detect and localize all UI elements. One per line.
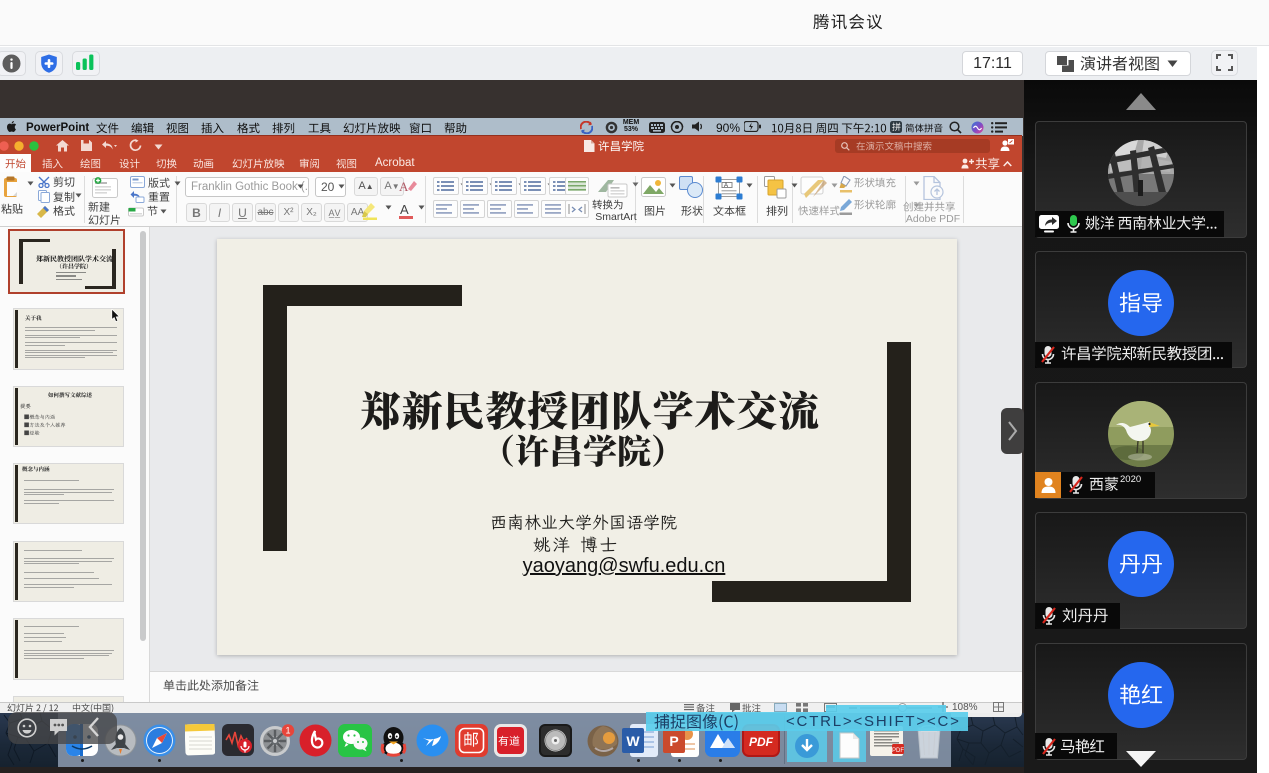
svg-text:P: P xyxy=(669,733,678,749)
svg-text:PDF: PDF xyxy=(749,735,774,749)
svg-text:A: A xyxy=(400,202,409,217)
svg-text:A: A xyxy=(399,179,409,194)
svg-text:A: A xyxy=(724,183,728,189)
svg-text:1: 1 xyxy=(285,726,290,736)
svg-text:PDF: PDF xyxy=(892,748,904,754)
svg-text:W: W xyxy=(626,733,640,749)
